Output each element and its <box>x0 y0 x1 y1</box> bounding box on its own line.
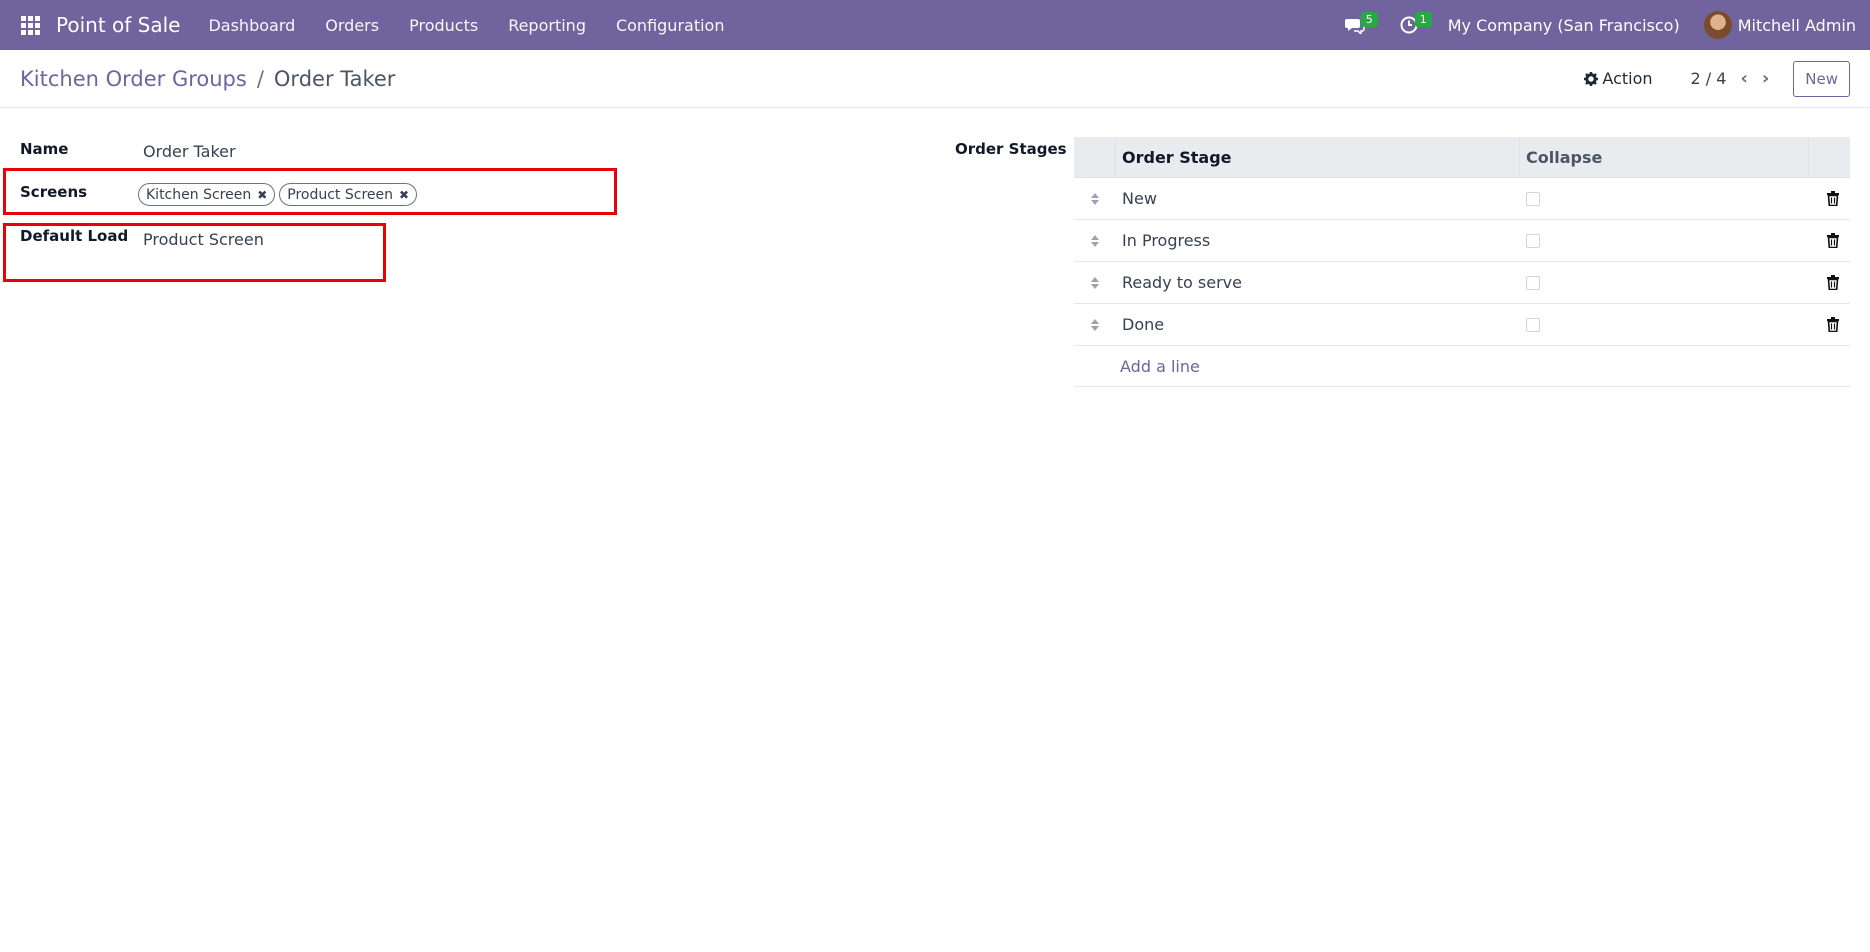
handle-column-header <box>1074 137 1116 177</box>
messages-icon[interactable]: 5 <box>1340 10 1378 40</box>
pager-previous-icon[interactable]: ‹ <box>1740 68 1747 89</box>
drag-handle-icon[interactable] <box>1074 234 1116 248</box>
company-switcher[interactable]: My Company (San Francisco) <box>1448 16 1680 35</box>
highlight-box-default-load <box>3 223 386 282</box>
stage-cell[interactable]: Done <box>1116 315 1520 334</box>
stage-cell[interactable]: Ready to serve <box>1116 273 1520 292</box>
table-row[interactable]: New <box>1074 178 1850 220</box>
collapse-checkbox[interactable] <box>1526 233 1540 248</box>
name-field[interactable]: Order Taker <box>143 142 236 161</box>
drag-handle-icon[interactable] <box>1074 192 1116 206</box>
activities-badge: 1 <box>1414 12 1432 27</box>
table-row[interactable]: In Progress <box>1074 220 1850 262</box>
menu-orders[interactable]: Orders <box>325 16 379 35</box>
drag-handle-icon[interactable] <box>1074 276 1116 290</box>
trash-icon[interactable] <box>1809 233 1850 248</box>
highlight-box-screens <box>3 168 617 215</box>
pager-value[interactable]: 2 / 4 <box>1691 69 1727 88</box>
action-button[interactable]: Action <box>1584 69 1653 88</box>
collapse-checkbox[interactable] <box>1526 275 1540 290</box>
menu-dashboard[interactable]: Dashboard <box>208 16 295 35</box>
messages-badge: 5 <box>1360 12 1378 27</box>
new-button[interactable]: New <box>1793 60 1850 97</box>
trash-icon[interactable] <box>1809 275 1850 290</box>
pager-next-icon[interactable]: › <box>1762 68 1769 89</box>
menu-reporting[interactable]: Reporting <box>508 16 586 35</box>
trash-icon[interactable] <box>1809 191 1850 206</box>
collapse-checkbox[interactable] <box>1526 317 1540 332</box>
table-header: Order Stage Collapse <box>1074 137 1850 178</box>
activities-clock-icon[interactable]: 1 <box>1394 10 1432 40</box>
breadcrumb-parent-link[interactable]: Kitchen Order Groups <box>20 67 247 91</box>
stage-cell[interactable]: In Progress <box>1116 231 1520 250</box>
order-stages-table: Order Stage Collapse New In Progress Rea… <box>1074 137 1850 387</box>
table-row[interactable]: Ready to serve <box>1074 262 1850 304</box>
column-header-collapse[interactable]: Collapse <box>1520 137 1809 177</box>
collapse-checkbox[interactable] <box>1526 191 1540 206</box>
gear-icon <box>1584 71 1599 86</box>
top-navbar: Point of Sale Dashboard Orders Products … <box>0 0 1870 50</box>
user-menu[interactable]: Mitchell Admin <box>1738 16 1856 35</box>
action-label: Action <box>1602 69 1653 88</box>
table-row[interactable]: Done <box>1074 304 1850 346</box>
breadcrumb-separator: / <box>256 66 264 91</box>
order-stages-label: Order Stages <box>955 140 1067 158</box>
user-avatar[interactable] <box>1703 11 1732 39</box>
breadcrumb: Kitchen Order Groups / Order Taker <box>20 67 395 91</box>
stage-cell[interactable]: New <box>1116 189 1520 208</box>
apps-menu-icon[interactable] <box>0 0 60 50</box>
breadcrumb-current: Order Taker <box>273 66 396 91</box>
control-panel: Kitchen Order Groups / Order Taker Actio… <box>0 50 1870 108</box>
app-brand[interactable]: Point of Sale <box>56 13 180 37</box>
name-label: Name <box>20 140 69 158</box>
column-header-order-stage[interactable]: Order Stage <box>1116 137 1520 177</box>
menu-configuration[interactable]: Configuration <box>616 16 725 35</box>
add-a-line-link[interactable]: Add a line <box>1074 346 1850 387</box>
drag-handle-icon[interactable] <box>1074 318 1116 332</box>
trash-icon[interactable] <box>1809 317 1850 332</box>
menu-products[interactable]: Products <box>409 16 478 35</box>
